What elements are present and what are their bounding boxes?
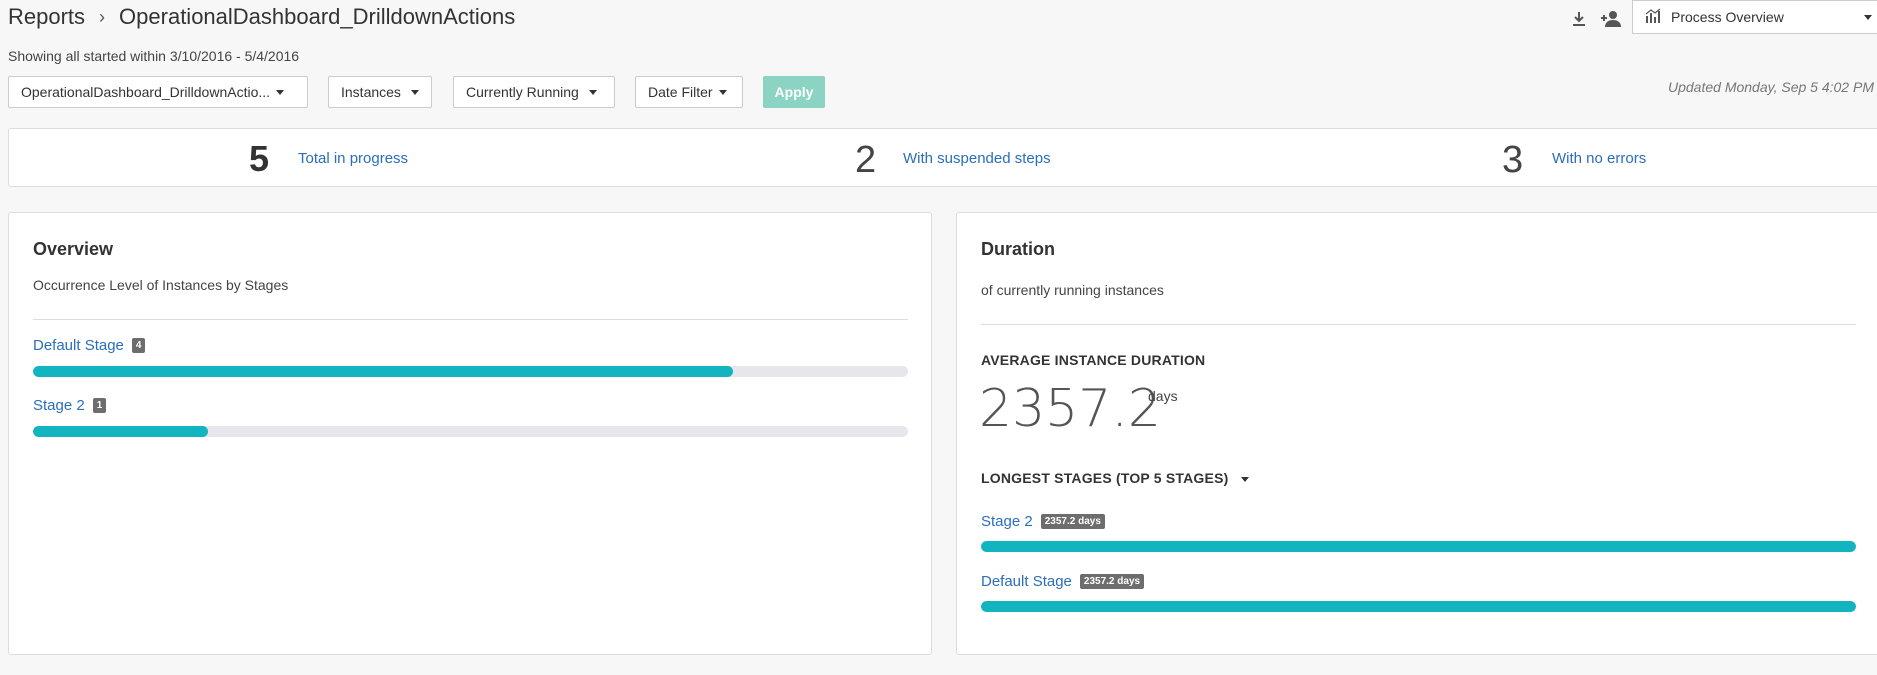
page-title: OperationalDashboard_DrilldownActions (119, 4, 516, 29)
stat-noerror-link[interactable]: With no errors (1552, 150, 1646, 167)
chevron-down-icon (1864, 15, 1872, 20)
stage-link[interactable]: Default Stage (981, 573, 1072, 590)
stat-suspended-value: 2 (855, 139, 877, 181)
duration-bar-fill (981, 601, 1856, 612)
occurrence-bar-track (33, 426, 908, 437)
overview-stage-row: Stage 2 1 (33, 397, 107, 415)
breadcrumb: Reports › OperationalDashboard_Drilldown… (8, 4, 515, 30)
updated-timestamp: Updated Monday, Sep 5 4:02 PM (1668, 79, 1874, 95)
longest-stages-toggle[interactable]: LONGEST STAGES (TOP 5 STAGES) (981, 470, 1249, 486)
occurrence-bar-fill (33, 366, 733, 377)
avg-duration-unit: days (1148, 388, 1178, 404)
stat-total-link[interactable]: Total in progress (298, 150, 408, 167)
count-badge: 1 (92, 398, 107, 413)
view-select[interactable]: Process Overview (1632, 0, 1877, 34)
longest-stage-row: Default Stage 2357.2 days (981, 573, 1145, 591)
duration-badge: 2357.2 days (1040, 514, 1105, 529)
stat-total-value: 5 (249, 138, 270, 179)
add-user-icon[interactable] (1598, 6, 1624, 32)
stage-link[interactable]: Stage 2 (981, 513, 1033, 530)
divider (981, 324, 1856, 325)
overview-subtitle: Occurrence Level of Instances by Stages (33, 277, 289, 293)
duration-bar-track (981, 601, 1856, 612)
chevron-down-icon (588, 89, 597, 95)
process-filter[interactable]: OperationalDashboard_DrilldownActio... (8, 76, 308, 108)
chevron-down-icon (276, 89, 285, 95)
overview-title: Overview (33, 239, 114, 259)
duration-bar-fill (981, 541, 1856, 552)
divider (33, 319, 908, 320)
avg-duration-label: AVERAGE INSTANCE DURATION (981, 352, 1206, 368)
date-filter-label: Date Filter (648, 84, 713, 100)
stat-noerror-value: 3 (1502, 139, 1524, 181)
overview-stage-row: Default Stage 4 (33, 337, 146, 355)
chevron-right-icon: › (99, 6, 106, 27)
date-range-text: Showing all started within 3/10/2016 - 5… (8, 48, 300, 64)
chevron-down-icon (410, 89, 419, 95)
date-filter[interactable]: Date Filter (635, 76, 743, 108)
count-badge: 4 (131, 338, 146, 353)
duration-subtitle: of currently running instances (981, 282, 1164, 298)
summary-bar: 5 Total in progress 2 With suspended ste… (8, 128, 1877, 187)
stage-link[interactable]: Stage 2 (33, 397, 85, 414)
chevron-down-icon (718, 89, 727, 95)
occurrence-bar-track (33, 366, 908, 377)
state-filter-label: Currently Running (466, 84, 579, 100)
duration-bar-track (981, 541, 1856, 552)
stat-suspended-link[interactable]: With suspended steps (903, 150, 1051, 167)
apply-button[interactable]: Apply (763, 76, 825, 108)
process-filter-label: OperationalDashboard_DrilldownActio... (21, 84, 271, 100)
occurrence-bar-fill (33, 426, 208, 437)
duration-title: Duration (981, 239, 1055, 259)
state-filter[interactable]: Currently Running (453, 76, 615, 108)
overview-panel: Overview Occurrence Level of Instances b… (8, 212, 932, 655)
view-select-label: Process Overview (1671, 9, 1784, 25)
chevron-down-icon (1240, 476, 1249, 482)
longest-stages-label: LONGEST STAGES (TOP 5 STAGES) (981, 470, 1229, 486)
type-filter-label: Instances (341, 84, 401, 100)
breadcrumb-root[interactable]: Reports (8, 4, 85, 30)
duration-badge: 2357.2 days (1079, 574, 1145, 589)
type-filter[interactable]: Instances (328, 76, 432, 108)
longest-stage-row: Stage 2 2357.2 days (981, 513, 1105, 531)
stage-link[interactable]: Default Stage (33, 337, 124, 354)
duration-panel: Duration of currently running instances … (956, 212, 1877, 655)
download-icon[interactable] (1566, 6, 1592, 32)
chart-icon (1645, 8, 1661, 27)
avg-duration-value: 2357.2 (979, 379, 1161, 439)
